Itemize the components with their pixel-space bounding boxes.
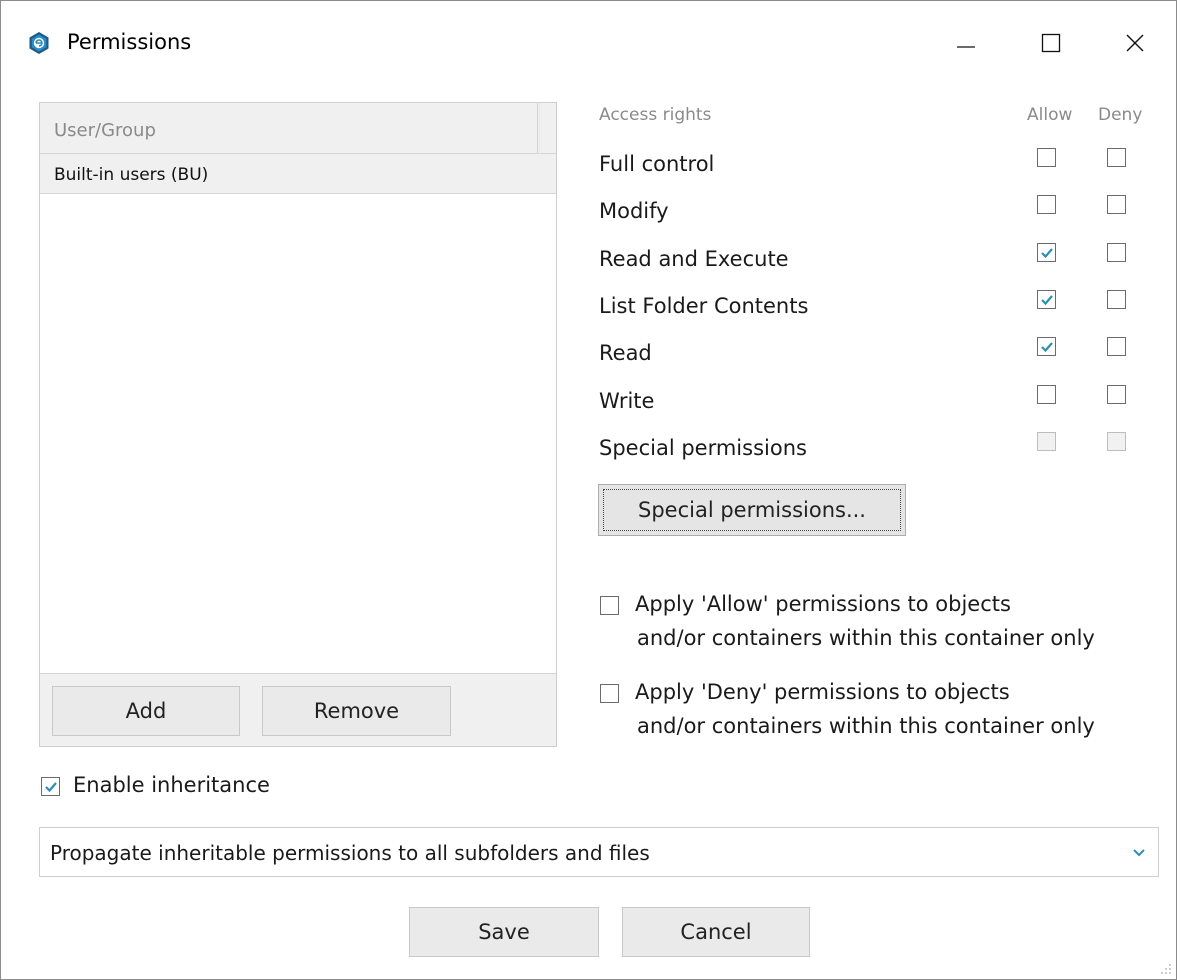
enable-inheritance-label[interactable]: Enable inheritance bbox=[73, 773, 270, 797]
allow-header: Allow bbox=[1027, 105, 1073, 125]
deny-checkbox[interactable] bbox=[1107, 243, 1126, 262]
allow-checkbox[interactable] bbox=[1037, 290, 1056, 309]
apply-allow-label: Apply 'Allow' permissions to objects and… bbox=[635, 587, 1095, 655]
minimize-button[interactable] bbox=[946, 25, 986, 61]
apply-deny-line2: and/or containers within this container … bbox=[637, 714, 1095, 738]
deny-checkbox[interactable] bbox=[1107, 195, 1126, 214]
column-divider[interactable] bbox=[537, 103, 538, 154]
minimize-icon bbox=[957, 46, 975, 48]
maximize-icon bbox=[1041, 33, 1061, 53]
column-divider-shadow bbox=[539, 103, 540, 154]
deny-checkbox[interactable] bbox=[1107, 290, 1126, 309]
checkmark-icon bbox=[1041, 248, 1053, 259]
window-title: Permissions bbox=[67, 30, 192, 54]
special-permissions-button[interactable]: Special permissions... bbox=[598, 484, 906, 536]
close-icon bbox=[1126, 34, 1144, 52]
user-group-header-label: User/Group bbox=[54, 120, 156, 141]
deny-checkbox bbox=[1107, 432, 1126, 451]
access-right-label: Full control bbox=[599, 152, 715, 176]
access-right-label: Read bbox=[599, 341, 652, 365]
title-bar[interactable]: Permissions bbox=[1, 1, 1176, 81]
apply-deny-checkbox[interactable] bbox=[600, 684, 619, 703]
allow-checkbox[interactable] bbox=[1037, 243, 1056, 262]
apply-allow-line1: Apply 'Allow' permissions to objects bbox=[635, 592, 1011, 616]
allow-checkbox bbox=[1037, 432, 1056, 451]
access-right-label: Special permissions bbox=[599, 436, 807, 460]
allow-checkbox[interactable] bbox=[1037, 148, 1056, 167]
access-right-label: Read and Execute bbox=[599, 247, 789, 271]
allow-checkbox[interactable] bbox=[1037, 337, 1056, 356]
list-item[interactable]: Built-in users (BU) bbox=[40, 154, 556, 194]
remove-button[interactable]: Remove bbox=[262, 686, 451, 736]
user-group-column-header[interactable]: User/Group bbox=[40, 103, 556, 154]
permissions-dialog: Permissions User/Group Built-in users (B bbox=[0, 0, 1177, 980]
access-right-label: Write bbox=[599, 389, 655, 413]
apply-deny-label: Apply 'Deny' permissions to objects and/… bbox=[635, 675, 1095, 743]
apply-allow-checkbox[interactable] bbox=[600, 596, 619, 615]
deny-header: Deny bbox=[1098, 105, 1143, 125]
resize-grip-icon[interactable] bbox=[1158, 961, 1172, 975]
list-footer: Add Remove bbox=[40, 673, 556, 746]
propagation-selected-value: Propagate inheritable permissions to all… bbox=[50, 841, 650, 865]
user-group-list[interactable]: User/Group Built-in users (BU) Add Remov… bbox=[39, 102, 557, 747]
deny-checkbox[interactable] bbox=[1107, 148, 1126, 167]
save-button[interactable]: Save bbox=[409, 907, 599, 957]
checkmark-icon bbox=[1041, 342, 1053, 353]
apply-allow-line2: and/or containers within this container … bbox=[637, 626, 1095, 650]
deny-checkbox[interactable] bbox=[1107, 337, 1126, 356]
propagation-select[interactable]: Propagate inheritable permissions to all… bbox=[39, 827, 1159, 877]
access-right-label: List Folder Contents bbox=[599, 294, 809, 318]
deny-checkbox[interactable] bbox=[1107, 385, 1126, 404]
allow-checkbox[interactable] bbox=[1037, 195, 1056, 214]
close-button[interactable] bbox=[1115, 25, 1155, 61]
special-permissions-label: Special permissions... bbox=[603, 489, 901, 531]
app-logo-icon bbox=[27, 31, 51, 55]
maximize-button[interactable] bbox=[1031, 25, 1071, 61]
enable-inheritance-checkbox[interactable] bbox=[41, 777, 60, 796]
checkmark-icon bbox=[1041, 295, 1053, 306]
cancel-button[interactable]: Cancel bbox=[622, 907, 810, 957]
access-right-label: Modify bbox=[599, 199, 669, 223]
checkmark-icon bbox=[45, 782, 57, 793]
allow-checkbox[interactable] bbox=[1037, 385, 1056, 404]
list-item-label: Built-in users (BU) bbox=[54, 165, 209, 185]
add-button[interactable]: Add bbox=[52, 686, 240, 736]
access-rights-header: Access rights bbox=[599, 105, 712, 125]
apply-deny-line1: Apply 'Deny' permissions to objects bbox=[635, 680, 1010, 704]
chevron-down-icon bbox=[1133, 849, 1145, 857]
